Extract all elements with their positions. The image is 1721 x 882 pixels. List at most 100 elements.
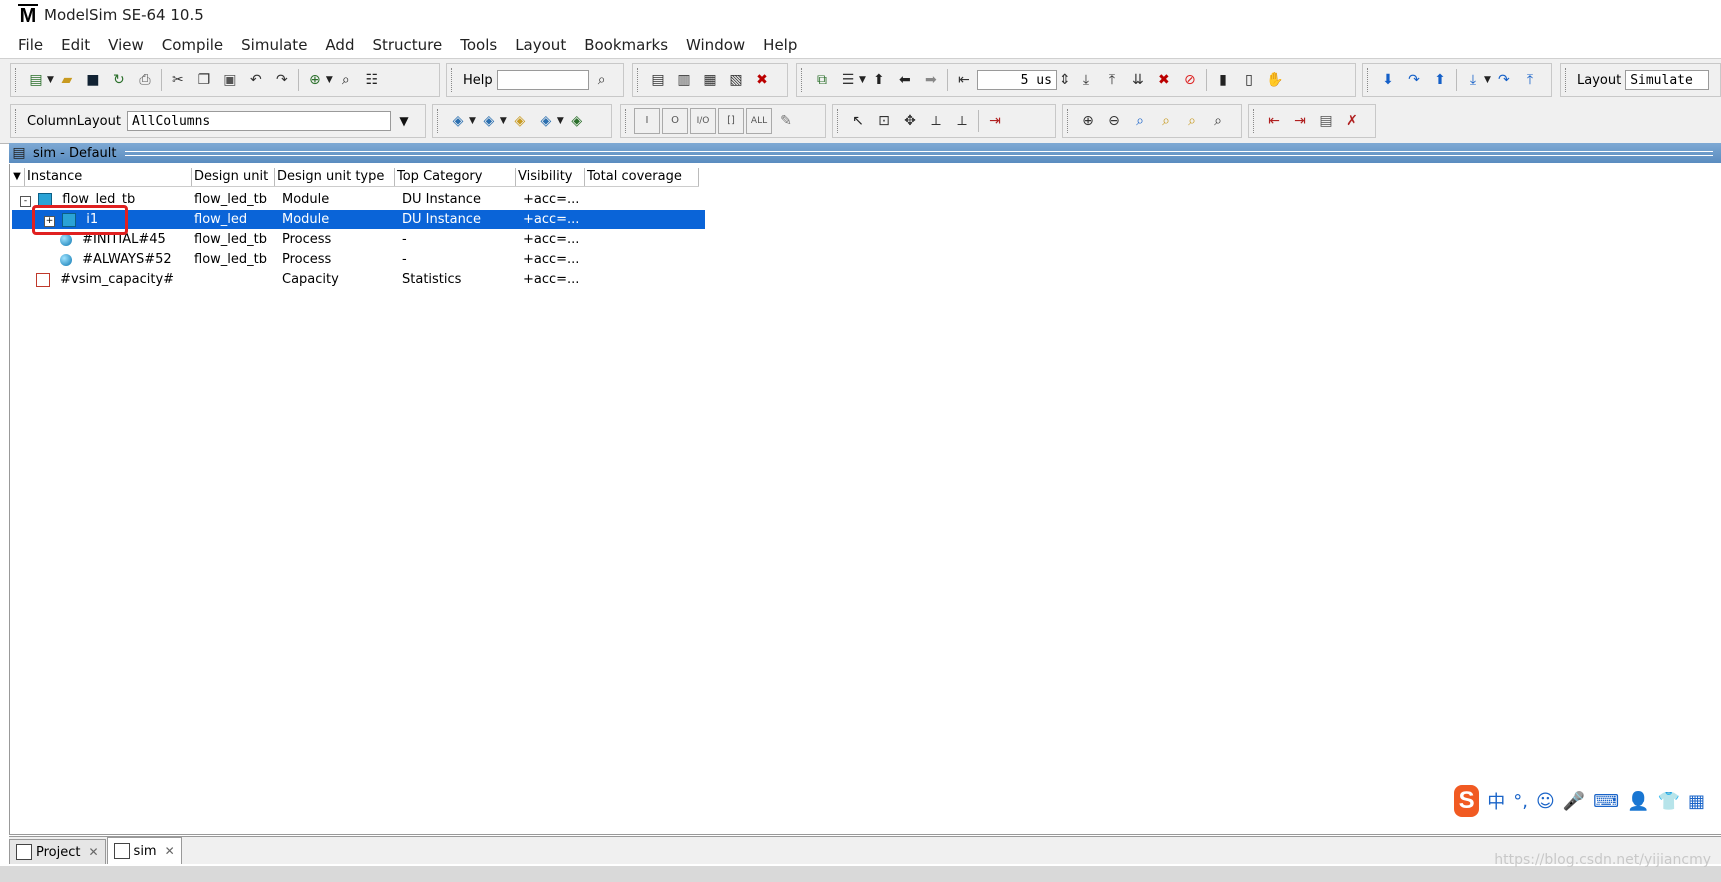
toolbar-grip[interactable] [15,68,19,92]
undo-icon[interactable]: ↶ [244,68,268,92]
sogou-logo-icon[interactable]: S [1454,785,1480,817]
panel-drag-handle[interactable] [124,150,1713,156]
filter-wand-icon[interactable]: ✎ [774,109,798,133]
collapse-toggle-icon[interactable]: - [20,196,31,207]
toolbar-grip[interactable] [1565,68,1569,92]
add-list-dropdown-icon[interactable]: ▼ [500,116,507,126]
filter-input-icon[interactable]: I [634,108,660,134]
menu-view[interactable]: View [99,36,153,54]
add-dropdown-arrow-icon[interactable]: ▼ [326,75,333,85]
memory-icon[interactable]: ▯ [1237,68,1261,92]
column-layout-dropdown-icon[interactable]: ▼ [392,109,416,133]
add-wave-dropdown-icon[interactable]: ▼ [469,116,476,126]
filter-internal-icon[interactable]: [] [718,108,744,134]
toolbar-grip[interactable] [801,68,805,92]
column-layout-select[interactable] [126,111,391,131]
cursor-icon[interactable]: ⟂ [924,109,948,133]
help-search-icon[interactable]: ⌕ [590,68,614,92]
hand-icon[interactable]: ✋ [1263,68,1287,92]
break-icon[interactable]: ✖ [750,68,774,92]
column-total-coverage[interactable]: Total coverage [585,168,699,186]
toolbar-grip[interactable] [1367,68,1371,92]
zoom-cursor-icon[interactable]: ⌕ [1154,109,1178,133]
filter-inout-icon[interactable]: I/O [690,108,716,134]
select-pointer-icon[interactable]: ↖ [846,109,870,133]
open-folder-icon[interactable]: ▰ [55,68,79,92]
wave-compare-icon[interactable]: ✗ [1340,109,1364,133]
zoom-in-icon[interactable]: ⊕ [1076,109,1100,133]
add-dataflow-icon[interactable]: ◈ [534,109,558,133]
clipboard-icon[interactable]: ▤ [1314,109,1338,133]
copy-icon[interactable]: ❐ [192,68,216,92]
previous-edge-icon[interactable]: ⇤ [1262,109,1286,133]
step-into-icon[interactable]: ⬇ [1376,68,1400,92]
zoom-range-icon[interactable]: ⌕ [1206,109,1230,133]
filter-output-icon[interactable]: O [662,108,688,134]
column-top-category[interactable]: Top Category [395,168,516,186]
user-icon[interactable]: 👤 [1627,791,1649,812]
table-row[interactable]: #ALWAYS#52 flow_led_tb Process - +acc=..… [12,250,705,269]
add-wave-icon[interactable]: ◈ [446,109,470,133]
column-visibility[interactable]: Visibility [516,168,585,186]
step-over-current-icon[interactable]: ↷ [1492,68,1516,92]
continue-run-icon[interactable]: ⤒ [1100,68,1124,92]
close-icon[interactable]: ✕ [165,844,175,858]
next-edge-icon[interactable]: ⇥ [1288,109,1312,133]
run-length-input[interactable] [976,70,1057,90]
ime-punctuation[interactable]: °, [1513,791,1528,812]
break-run-icon[interactable]: ✖ [1152,68,1176,92]
close-icon[interactable]: ✕ [88,845,98,859]
toolbar-grip[interactable] [15,109,19,133]
find-binoculars-icon[interactable]: ⌕ [334,68,358,92]
sim-panel-header[interactable]: ▤ sim - Default [9,143,1721,163]
zoom-full-icon[interactable]: ⌕ [1128,109,1152,133]
menu-add[interactable]: Add [316,36,363,54]
add-dataflow-dropdown-icon[interactable]: ▼ [557,116,564,126]
paste-icon[interactable]: ▣ [218,68,242,92]
environment-icon[interactable]: ⧉ [810,68,834,92]
cut-icon[interactable]: ✂ [166,68,190,92]
add-log-icon[interactable]: ◈ [508,109,532,133]
env-dropdown-arrow-icon[interactable]: ▼ [859,75,866,85]
cursor-snap-icon[interactable]: ⟂ [950,109,974,133]
step-over-icon[interactable]: ↷ [1402,68,1426,92]
menu-simulate[interactable]: Simulate [232,36,316,54]
insert-cursor-icon[interactable]: ⇥ [983,109,1007,133]
toolbar-grip[interactable] [1253,109,1257,133]
tab-project[interactable]: Project ✕ [9,839,106,864]
add-circle-icon[interactable]: ⊕ [303,68,327,92]
menu-file[interactable]: File [0,36,52,54]
restart-icon[interactable]: ⇤ [952,68,976,92]
filter-all-icon[interactable]: ALL [746,108,772,134]
toolbar-grip[interactable] [637,68,641,92]
help-search-input[interactable] [496,70,589,90]
step-out-current-icon[interactable]: ⤒ [1518,68,1542,92]
zoom-out-icon[interactable]: ⊖ [1102,109,1126,133]
column-design-unit[interactable]: Design unit [192,168,275,186]
menu-structure[interactable]: Structure [363,36,451,54]
menu-layout[interactable]: Layout [506,36,575,54]
add-list-icon[interactable]: ◈ [477,109,501,133]
print-icon[interactable]: ⎙ [133,68,157,92]
microphone-icon[interactable]: 🎤 [1563,791,1585,812]
add-schematic-icon[interactable]: ◈ [565,109,589,133]
zoom-box-icon[interactable]: ⊡ [872,109,896,133]
menu-window[interactable]: Window [677,36,754,54]
skin-shirt-icon[interactable]: 👕 [1658,791,1680,812]
emoji-icon[interactable]: ☺ [1536,791,1555,812]
simulate-icon[interactable]: ▧ [724,68,748,92]
menu-bookmarks[interactable]: Bookmarks [575,36,677,54]
pan-icon[interactable]: ✥ [898,109,922,133]
run-all-icon[interactable]: ⇊ [1126,68,1150,92]
toolbar-grip[interactable] [1067,109,1071,133]
save-icon[interactable]: ■ [81,68,105,92]
run-length-spinner-icon[interactable]: ⇕ [1058,68,1072,92]
performance-icon[interactable]: ▮ [1211,68,1235,92]
step-env-icon[interactable]: ☰ [836,68,860,92]
stop-icon[interactable]: ⊘ [1178,68,1202,92]
new-file-icon[interactable]: ▤ [24,68,48,92]
toolbar-grip[interactable] [625,109,629,133]
step-dropdown-arrow-icon[interactable]: ▼ [1484,75,1491,85]
back-arrow-icon[interactable]: ⬅ [893,68,917,92]
reload-icon[interactable]: ↻ [107,68,131,92]
